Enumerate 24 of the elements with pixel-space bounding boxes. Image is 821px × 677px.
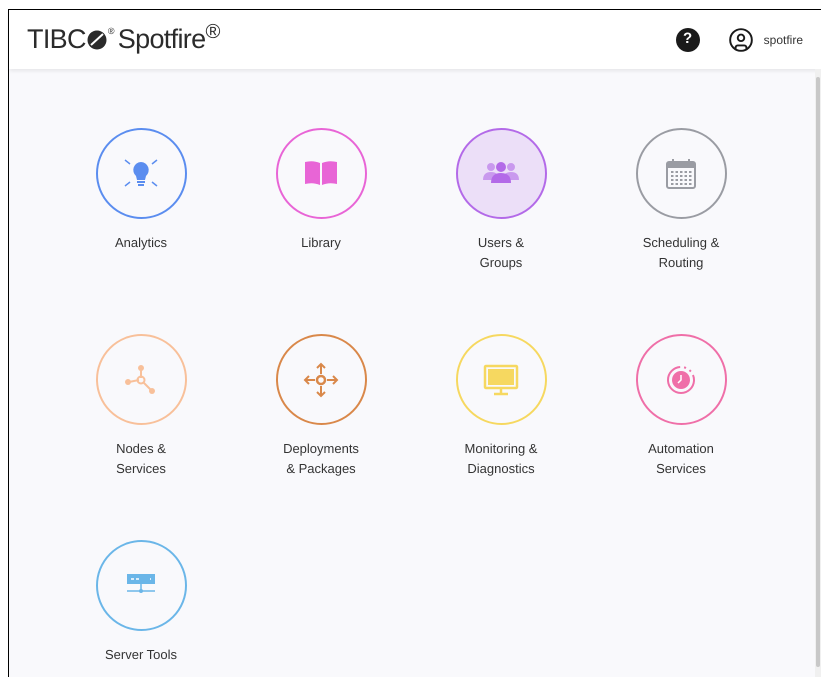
- help-button[interactable]: ?: [676, 28, 700, 52]
- tile-button[interactable]: [636, 334, 726, 425]
- tile-label[interactable]: Server Tools: [104, 645, 177, 665]
- tile-button[interactable]: [96, 128, 186, 219]
- logo-text: TIBC: [27, 23, 86, 56]
- registered-mark: ®: [108, 25, 114, 38]
- tile-label[interactable]: Analytics: [114, 233, 168, 253]
- user-name[interactable]: spotfire: [764, 30, 803, 48]
- tile-button[interactable]: [276, 128, 366, 219]
- tile-label[interactable]: Scheduling & Routing: [642, 233, 720, 273]
- tile-label[interactable]: Deployments & Packages: [283, 439, 359, 479]
- user-icon[interactable]: [728, 26, 754, 52]
- scrollbar-thumb[interactable]: [816, 77, 820, 667]
- tile-button[interactable]: [96, 540, 186, 631]
- tile-button[interactable]: [96, 334, 186, 425]
- logo-icon: [86, 28, 108, 50]
- tile-label[interactable]: Users & Groups: [478, 233, 524, 273]
- tile-button[interactable]: [276, 334, 366, 425]
- tile-label[interactable]: Monitoring & Diagnostics: [464, 439, 538, 479]
- tile-label[interactable]: Automation Services: [648, 439, 714, 479]
- tile-button[interactable]: [636, 128, 726, 219]
- tile-label[interactable]: Nodes & Services: [116, 439, 166, 479]
- logo-text: Spotfire$^{®}$: [118, 20, 220, 56]
- tile-label[interactable]: Library: [301, 233, 341, 253]
